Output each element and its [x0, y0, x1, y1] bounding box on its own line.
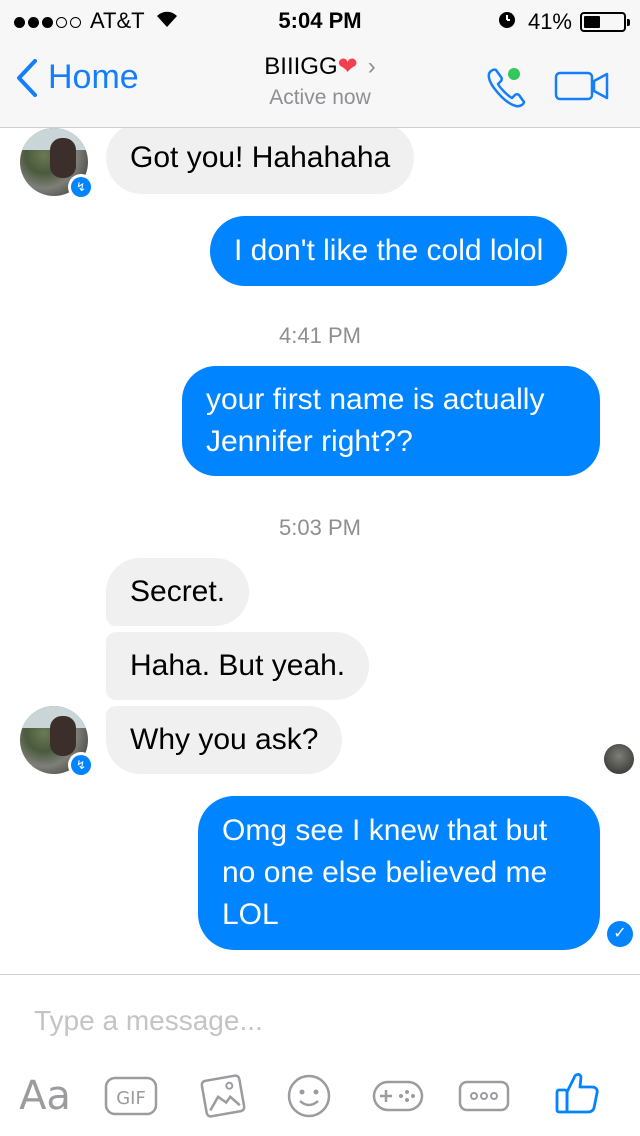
message-line: LOL	[222, 898, 279, 931]
message-line: your first name is actually	[206, 383, 545, 416]
message-line: Omg see I knew that but	[222, 814, 548, 847]
emoji-button[interactable]	[284, 1071, 334, 1121]
message-input[interactable]: Type a message...	[34, 1005, 263, 1037]
text-style-button[interactable]: Aa	[18, 1071, 72, 1121]
more-button[interactable]	[456, 1071, 512, 1121]
phone-icon	[487, 68, 526, 108]
conversation-title[interactable]: BIIIGG❤ ›	[0, 52, 640, 81]
chevron-right-icon[interactable]: ›	[368, 53, 376, 80]
timestamp: 4:41 PM	[279, 323, 361, 348]
outgoing-message[interactable]: your first name is actually Jennifer rig…	[182, 366, 600, 476]
nav-bar: Home BIIIGG❤ › Active now	[0, 40, 640, 128]
active-status: Active now	[269, 86, 371, 109]
video-icon	[554, 71, 609, 101]
delivered-check-icon: ✓	[607, 921, 633, 947]
incoming-message[interactable]: Haha. But yeah.	[106, 632, 370, 700]
gif-label: GIF	[116, 1088, 146, 1109]
message-line: no one else believed me	[222, 856, 548, 889]
alarm-icon	[496, 8, 518, 36]
emoji-icon	[287, 1074, 331, 1118]
games-button[interactable]	[370, 1071, 426, 1121]
message-line: Jennifer right??	[206, 425, 413, 458]
top-bar: AT&T 5:04 PM 41% Home BIIIGG❤ › Active no…	[0, 0, 640, 128]
message-composer: Type a message... Aa GIF	[0, 974, 640, 1136]
contact-name[interactable]: BIIIGG	[264, 53, 337, 80]
battery-percent: 41%	[527, 9, 572, 34]
battery-icon	[580, 12, 630, 32]
like-button[interactable]	[552, 1067, 602, 1117]
heart-icon: ❤	[337, 53, 358, 80]
more-icon	[458, 1080, 510, 1112]
outgoing-message[interactable]: I don't like the cold lolol	[210, 216, 568, 286]
photo-icon	[200, 1074, 246, 1118]
photo-button[interactable]	[196, 1071, 250, 1121]
game-icon	[372, 1080, 424, 1112]
gif-button[interactable]: GIF	[104, 1071, 158, 1121]
incoming-message[interactable]: Got you! Hahahaha	[106, 128, 415, 194]
status-bar: AT&T 5:04 PM 41%	[0, 0, 640, 40]
incoming-message[interactable]: Why you ask?	[106, 706, 343, 774]
message-thread[interactable]: ↯ Got you! Hahahaha I don't like the col…	[0, 128, 640, 974]
thumbs-up-icon	[555, 1073, 599, 1114]
seen-avatar	[604, 744, 634, 774]
video-call-button[interactable]	[554, 70, 610, 107]
timestamp: 5:03 PM	[279, 515, 361, 540]
phone-call-button[interactable]	[482, 62, 532, 117]
composer-toolbar: Aa GIF	[0, 1071, 640, 1121]
messenger-badge-icon: ↯	[68, 174, 94, 200]
messenger-badge-icon: ↯	[68, 752, 94, 778]
incoming-message[interactable]: Secret.	[106, 558, 250, 626]
outgoing-message[interactable]: Omg see I knew that but no one else beli…	[198, 796, 600, 950]
